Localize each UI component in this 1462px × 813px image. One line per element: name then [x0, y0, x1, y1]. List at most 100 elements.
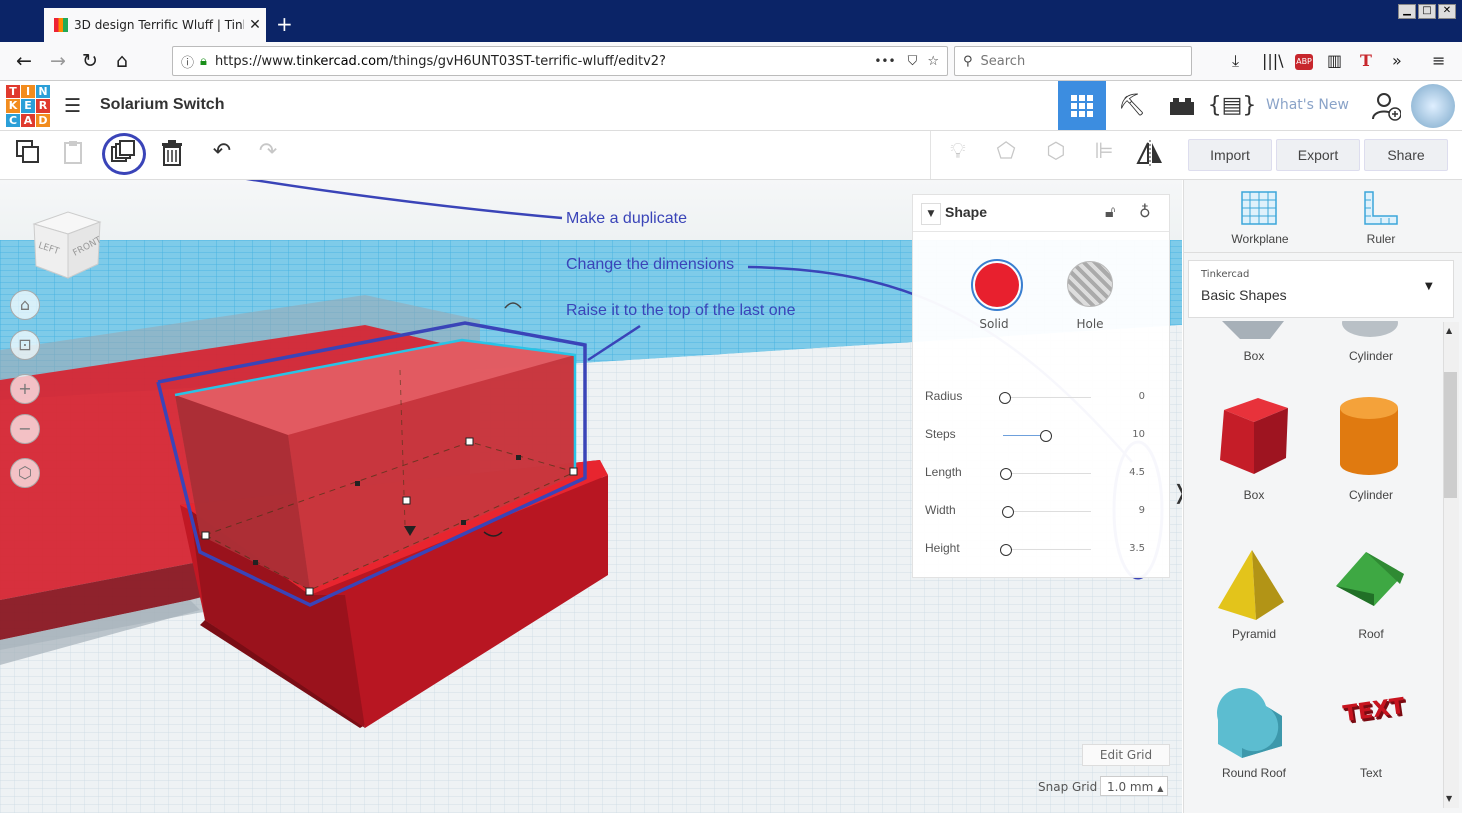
bricks-icon[interactable]: [1158, 81, 1206, 130]
bookmark-star-icon[interactable]: ☆: [927, 54, 939, 69]
add-user-icon[interactable]: [1362, 81, 1410, 130]
browser-tab[interactable]: 3D design Terrific Wluff | Tinkercad ✕: [44, 8, 266, 42]
overflow-icon[interactable]: »: [1392, 51, 1402, 70]
search-icon: ⚲: [963, 53, 973, 69]
back-arrow-icon[interactable]: ←: [12, 50, 36, 72]
search-placeholder: Search: [980, 53, 1026, 69]
reader-icon[interactable]: ▥: [1327, 51, 1342, 70]
length-value[interactable]: 4.5: [1129, 467, 1145, 478]
shape-cylinder-gray[interactable]: [1340, 321, 1400, 339]
perspective-icon[interactable]: ⬡: [10, 458, 40, 488]
shape-text[interactable]: TEXT: [1333, 693, 1416, 729]
height-slider-knob[interactable]: [1000, 544, 1012, 556]
redo-icon[interactable]: ↷: [252, 139, 284, 164]
height-value[interactable]: 3.5: [1129, 543, 1145, 554]
snap-grid-select[interactable]: 1.0 mm ▲: [1100, 776, 1168, 796]
tinkercad-logo[interactable]: T I N K E R C A D: [6, 85, 50, 127]
download-icon[interactable]: ⤓: [1232, 51, 1239, 71]
maximize-button[interactable]: □: [1418, 4, 1436, 19]
workplane-tool[interactable]: Workplane: [1220, 188, 1300, 246]
paste-icon[interactable]: [58, 139, 90, 171]
shape-roof[interactable]: [1334, 548, 1408, 612]
search-input[interactable]: ⚲ Search: [954, 46, 1192, 76]
home-view-icon[interactable]: ⌂: [10, 290, 40, 320]
adblock-icon[interactable]: ABP: [1295, 54, 1313, 70]
hole-button[interactable]: [1067, 261, 1113, 307]
shape-pyramid[interactable]: [1214, 546, 1286, 630]
logo-letter: R: [36, 99, 50, 113]
forward-arrow-icon[interactable]: →: [46, 50, 70, 72]
zoom-in-icon[interactable]: +: [10, 374, 40, 404]
scrollbar-thumb[interactable]: [1444, 372, 1457, 498]
whats-new-link[interactable]: What's New: [1266, 97, 1349, 113]
length-slider-knob[interactable]: [1000, 468, 1012, 480]
steps-slider-knob[interactable]: [1040, 430, 1052, 442]
edit-grid-button[interactable]: Edit Grid: [1082, 744, 1170, 766]
panel-toggle-chevron-icon[interactable]: ❭: [1172, 480, 1182, 504]
share-button[interactable]: Share: [1364, 139, 1448, 171]
code-blocks-icon[interactable]: {▤}: [1208, 81, 1257, 130]
radius-label: Radius: [925, 389, 963, 403]
shape-label: Cylinder: [1348, 488, 1393, 502]
copy-icon[interactable]: [12, 139, 44, 171]
shape-cylinder[interactable]: [1334, 394, 1404, 484]
dropdown-caret-icon: ▼: [1425, 281, 1433, 292]
url-path: /things/gvH6UNT03ST-terrific-wluff/editv…: [388, 53, 666, 69]
library-icon[interactable]: |||\: [1262, 51, 1284, 70]
import-button[interactable]: Import: [1188, 139, 1272, 171]
radius-slider-knob[interactable]: [999, 392, 1011, 404]
length-slider[interactable]: [1003, 473, 1091, 474]
new-tab-button[interactable]: +: [276, 12, 293, 36]
tab-close-icon[interactable]: ✕: [244, 17, 266, 33]
width-value[interactable]: 9: [1139, 505, 1145, 516]
width-slider[interactable]: [1003, 511, 1091, 512]
t-extension-icon[interactable]: T: [1360, 51, 1372, 70]
design-title[interactable]: Solarium Switch: [100, 96, 224, 114]
ungroup-icon[interactable]: ⬡: [1040, 139, 1072, 164]
shape-box-gray[interactable]: [1218, 321, 1288, 341]
align-icon[interactable]: ⊫: [1088, 139, 1120, 164]
radius-slider[interactable]: [1003, 397, 1091, 398]
home-icon[interactable]: ⌂: [110, 50, 134, 72]
collapse-chevron-icon[interactable]: ▼: [921, 203, 941, 225]
shape-box[interactable]: [1214, 394, 1292, 484]
trash-icon[interactable]: [156, 139, 188, 173]
undo-icon[interactable]: ↶: [206, 139, 238, 164]
steps-slider[interactable]: [1003, 435, 1043, 436]
mirror-icon[interactable]: [1134, 139, 1166, 173]
width-slider-knob[interactable]: [1002, 506, 1014, 518]
logo-letter: N: [36, 85, 50, 99]
shape-inspector-header: ▼ Shape 🔓︎ ♁: [913, 195, 1169, 232]
design-list-icon[interactable]: ☰: [64, 95, 81, 117]
pickaxe-icon[interactable]: ⛏: [1108, 81, 1156, 130]
scroll-down-icon[interactable]: ▼: [1446, 794, 1452, 803]
fit-view-icon[interactable]: ⊡: [10, 330, 40, 360]
page-actions-icon[interactable]: •••: [874, 54, 895, 68]
steps-value[interactable]: 10: [1132, 429, 1145, 440]
export-button[interactable]: Export: [1276, 139, 1360, 171]
height-slider[interactable]: [1003, 549, 1091, 550]
view-cube[interactable]: LEFT FRONT: [26, 206, 104, 284]
close-window-button[interactable]: ✕: [1438, 4, 1456, 19]
menu-icon[interactable]: ≡: [1432, 51, 1445, 70]
pocket-icon[interactable]: ⛉: [908, 54, 918, 69]
lock-icon[interactable]: 🔓︎: [1105, 202, 1115, 222]
lightbulb-icon[interactable]: 💡︎: [942, 139, 974, 164]
ruler-tool[interactable]: Ruler: [1341, 188, 1421, 246]
reload-icon[interactable]: ↻: [78, 50, 102, 72]
3d-viewport[interactable]: LEFT FRONT ⌂ ⊡ + − ⬡ Make a duplicate Ch…: [0, 180, 1182, 813]
shape-library-select[interactable]: Tinkercad Basic Shapes ▼: [1188, 260, 1454, 318]
info-icon[interactable]: ⓘ: [181, 52, 194, 71]
group-icon[interactable]: ⬠: [990, 139, 1022, 164]
lightbulb-icon[interactable]: ♁: [1139, 202, 1151, 221]
scroll-up-icon[interactable]: ▲: [1446, 326, 1452, 335]
url-bar[interactable]: ⓘ 🔒︎ https://www.tinkercad.com/things/gv…: [172, 46, 948, 76]
radius-value[interactable]: 0: [1139, 391, 1145, 402]
3d-view-grid-button[interactable]: [1058, 81, 1106, 130]
zoom-out-icon[interactable]: −: [10, 414, 40, 444]
snap-grid-value: 1.0 mm: [1107, 780, 1154, 794]
avatar[interactable]: [1411, 84, 1455, 128]
solid-color-button[interactable]: [971, 259, 1023, 311]
minimize-button[interactable]: ▁: [1398, 4, 1416, 19]
shape-round-roof[interactable]: [1214, 686, 1286, 764]
